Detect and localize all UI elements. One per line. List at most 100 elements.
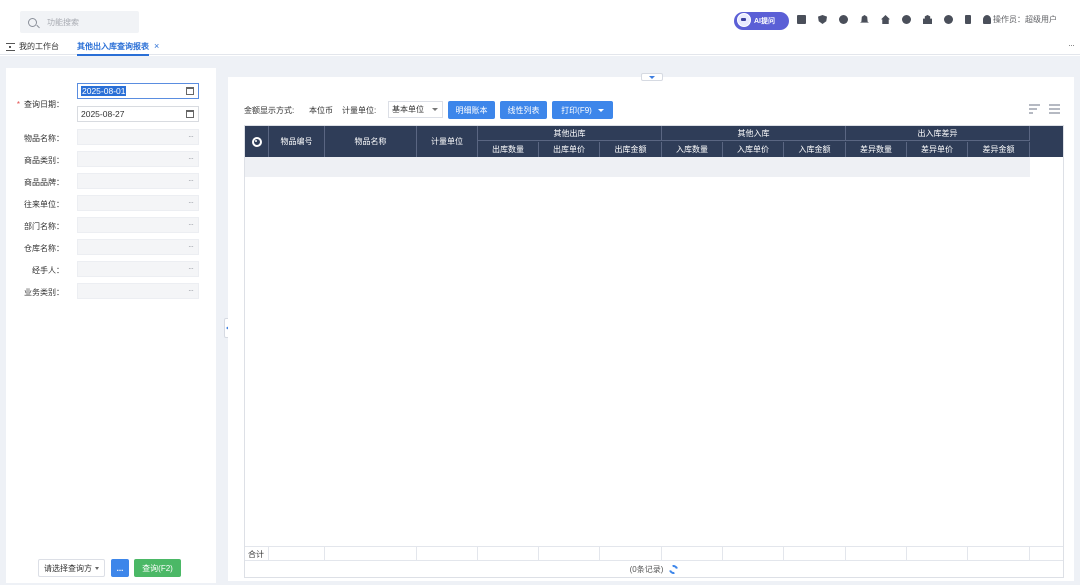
detail-ledger-button[interactable]: 明细账本 [448, 101, 495, 119]
item-name-label: 物品名称： [24, 134, 64, 143]
door-icon[interactable] [965, 15, 971, 24]
warehouse-label: 仓库名称： [24, 244, 64, 253]
handler-label: 经手人： [32, 266, 64, 275]
refresh-icon[interactable] [944, 15, 953, 24]
calendar-icon[interactable] [186, 87, 194, 95]
unit-select-value: 基本单位 [392, 105, 424, 114]
date-to-input[interactable]: 2025-08-27 [77, 106, 199, 122]
col-out-qty[interactable]: 出库数量 [478, 142, 539, 157]
filter-columns-icon[interactable] [1029, 104, 1040, 115]
product-category-input[interactable]: ··· [77, 151, 199, 167]
ellipsis-icon[interactable]: ··· [188, 176, 194, 185]
business-type-label: 业务类别： [24, 288, 64, 297]
unit-select[interactable]: 基本单位 [388, 101, 443, 118]
total-row: 合计 [245, 546, 1063, 561]
col-in-qty[interactable]: 入库数量 [662, 142, 723, 157]
pie-chart-icon[interactable] [839, 15, 848, 24]
close-tab-icon[interactable]: × [154, 41, 159, 51]
tab-other-inout-report[interactable]: 其他出入库查询报表 [77, 41, 149, 56]
col-diff-price[interactable]: 差异单价 [907, 142, 968, 157]
handler-input[interactable]: ··· [77, 261, 199, 277]
shield-icon[interactable] [818, 15, 827, 24]
grid-settings-cell[interactable] [245, 126, 269, 157]
total-label: 合计 [245, 547, 269, 561]
col-item-name[interactable]: 物品名称 [325, 126, 417, 157]
toolbar-icons: 操作员：超级用户 [797, 14, 1057, 25]
tab-my-workbench[interactable]: 我的工作台 [6, 41, 59, 52]
amount-mode-label: 金额显示方式: [244, 106, 295, 115]
ellipsis-icon[interactable]: ··· [188, 286, 194, 295]
lock-icon[interactable] [923, 15, 932, 24]
operator-label[interactable]: 操作员：超级用户 [993, 14, 1057, 25]
col-diff-qty[interactable]: 差异数量 [846, 142, 907, 157]
ellipsis-icon[interactable]: ··· [188, 220, 194, 229]
print-button[interactable]: 打印(F9) [552, 101, 613, 119]
home-icon[interactable] [881, 15, 890, 24]
total-cell [417, 547, 478, 561]
chevron-down-icon [432, 108, 438, 111]
bell-icon[interactable] [860, 15, 869, 23]
total-cell [968, 547, 1030, 561]
gear-icon[interactable] [251, 136, 262, 147]
query-date-label: * 查询日期： [16, 100, 64, 109]
ellipsis-icon[interactable]: ··· [188, 264, 194, 273]
query-button[interactable]: 查询(F2) [134, 559, 181, 577]
scheme-more-button[interactable]: ... [111, 559, 129, 577]
col-diff-amount[interactable]: 差异金额 [968, 142, 1030, 157]
grid-footer: (0条记录) [245, 560, 1063, 578]
col-in-price[interactable]: 入库单价 [723, 142, 784, 157]
chevron-down-icon [95, 566, 99, 570]
col-group-other-out: 其他出库 [478, 126, 662, 141]
ellipsis-icon[interactable]: ··· [188, 242, 194, 251]
robot-icon [737, 13, 751, 27]
total-cell [600, 547, 662, 561]
col-group-other-in: 其他入库 [662, 126, 846, 141]
tab-home-label: 我的工作台 [19, 42, 59, 51]
amount-mode-value[interactable]: 本位币 [309, 105, 333, 116]
search-icon [28, 17, 37, 27]
tab-bar: 我的工作台 其他出入库查询报表 × ··· [0, 40, 1080, 56]
col-unit[interactable]: 计量单位 [417, 126, 478, 157]
ai-ask-button[interactable]: AI提问 [734, 12, 789, 30]
help-icon[interactable] [902, 15, 911, 24]
collapse-top-icon[interactable] [641, 73, 663, 81]
total-cell [907, 547, 968, 561]
warehouse-input[interactable]: ··· [77, 239, 199, 255]
business-type-input[interactable]: ··· [77, 283, 199, 299]
col-in-amount[interactable]: 入库金额 [784, 142, 846, 157]
partner-label: 往来单位： [24, 200, 64, 209]
date-to-value: 2025-08-27 [81, 109, 125, 119]
col-out-amount[interactable]: 出库金额 [600, 142, 662, 157]
linear-list-button[interactable]: 线性列表 [500, 101, 547, 119]
search-placeholder: 功能搜索 [47, 17, 79, 27]
ellipsis-icon[interactable]: ··· [188, 132, 194, 141]
department-input[interactable]: ··· [77, 217, 199, 233]
report-grid: 物品编号 物品名称 计量单位 其他出库 出库数量 出库单价 出库金额 其他入库 … [244, 125, 1064, 578]
total-cell [478, 547, 539, 561]
refresh-icon[interactable] [667, 563, 681, 576]
product-brand-input[interactable]: ··· [77, 173, 199, 189]
product-category-label: 商品类别： [24, 156, 64, 165]
ellipsis-icon[interactable]: ··· [188, 154, 194, 163]
record-count: (0条记录) [629, 565, 664, 574]
more-tabs-icon[interactable]: ··· [1068, 40, 1075, 50]
calendar-icon[interactable] [186, 110, 194, 118]
workbench-icon [6, 42, 15, 51]
unit-label: 计量单位: [342, 106, 377, 115]
col-out-price[interactable]: 出库单价 [539, 142, 600, 157]
message-icon[interactable] [797, 15, 806, 24]
total-cell [539, 547, 600, 561]
top-bar: 功能搜索 AI提问 操作员：超级用户 [0, 0, 1080, 40]
query-scheme-label: 请选择查询方 [44, 563, 92, 573]
ellipsis-icon[interactable]: ··· [188, 198, 194, 207]
col-item-code[interactable]: 物品编号 [269, 126, 325, 157]
function-search-input[interactable]: 功能搜索 [20, 11, 139, 33]
total-cell [662, 547, 723, 561]
item-name-input[interactable]: ··· [77, 129, 199, 145]
partner-input[interactable]: ··· [77, 195, 199, 211]
query-scheme-select[interactable]: 请选择查询方 [38, 559, 105, 577]
column-settings-icon[interactable] [1049, 104, 1060, 115]
total-cell [846, 547, 907, 561]
date-from-input[interactable]: 2025-08-01 [77, 83, 199, 99]
filter-panel [6, 68, 216, 583]
